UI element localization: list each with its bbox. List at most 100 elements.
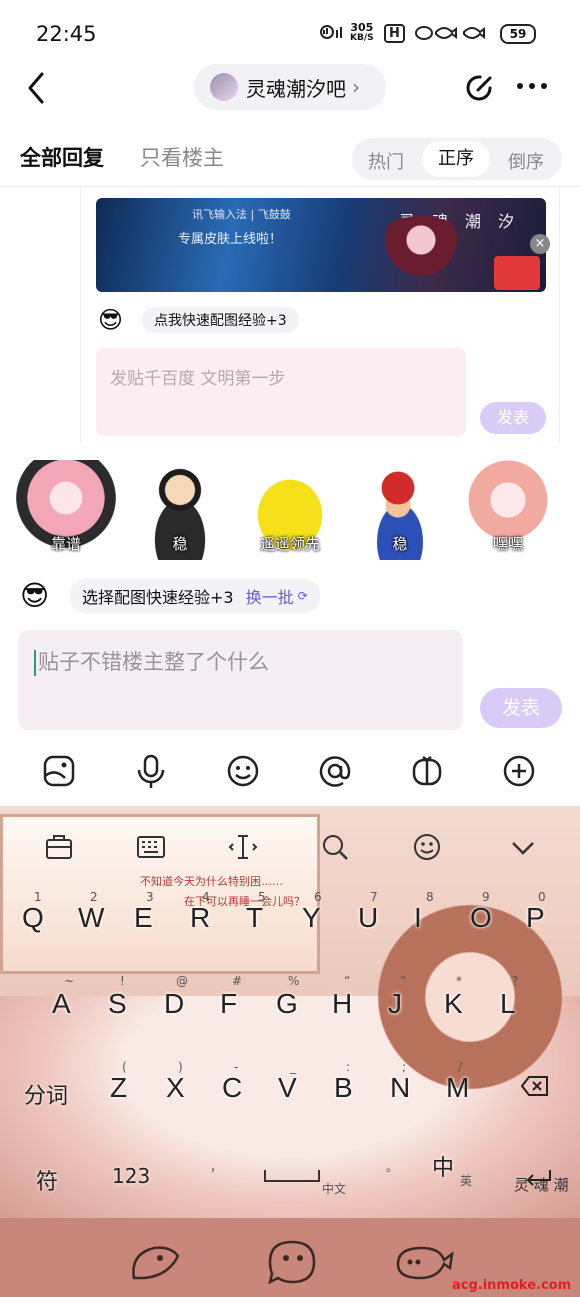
key-hint: 8: [426, 890, 434, 904]
key-b[interactable]: B: [334, 1072, 353, 1104]
key-v[interactable]: V: [278, 1072, 297, 1104]
key-h[interactable]: H: [332, 988, 352, 1020]
sticker-1[interactable]: 靠谱: [16, 460, 116, 564]
chevron-right-icon: ›: [352, 75, 360, 99]
key-t[interactable]: T: [246, 902, 263, 934]
key-lang-switch[interactable]: 中: [432, 1150, 454, 1182]
key-l[interactable]: L: [500, 988, 516, 1020]
key-symbols[interactable]: 符: [36, 1164, 58, 1196]
edit-icon[interactable]: [464, 72, 496, 104]
key-m[interactable]: M: [446, 1072, 469, 1104]
key-s[interactable]: S: [108, 988, 127, 1020]
key-y[interactable]: Y: [302, 902, 321, 934]
sort-desc[interactable]: 倒序: [508, 148, 544, 174]
hd-icon: H: [384, 24, 405, 43]
sticker-label: 遥遥领先: [259, 535, 320, 553]
back-button[interactable]: [24, 70, 48, 106]
key-hint: “: [344, 974, 351, 988]
key-k[interactable]: K: [444, 988, 463, 1020]
image-icon[interactable]: [42, 754, 78, 790]
bubble-skin-icon[interactable]: [262, 1238, 322, 1288]
key-a[interactable]: A: [52, 988, 71, 1020]
key-hint: *: [456, 974, 462, 988]
ad-banner[interactable]: 讯飞输入法 | 飞鼓鼓 专属皮肤上线啦！ 灵 魂 潮 汐: [96, 198, 546, 292]
tab-op-only[interactable]: 只看楼主: [140, 142, 224, 172]
banner-sponsor: 讯飞输入法 | 飞鼓鼓: [192, 208, 291, 221]
reply-input[interactable]: 贴子不错楼主整了个什么: [18, 630, 463, 730]
key-u[interactable]: U: [358, 902, 378, 934]
key-e[interactable]: E: [134, 902, 153, 934]
sort-toggle: 热门 正序 倒序: [352, 138, 562, 180]
sim-icon: [320, 24, 346, 44]
forum-name-pill[interactable]: 灵魂潮汐吧 ›: [194, 64, 386, 110]
forum-avatar: [210, 73, 238, 101]
sunglasses-emoji-icon: 😎: [20, 579, 50, 612]
sticker-2[interactable]: 稳: [130, 460, 230, 564]
key-comma[interactable]: ，: [210, 1158, 222, 1175]
fish-skin-icon[interactable]: [124, 1238, 184, 1288]
cursor-edit-icon[interactable]: [228, 832, 258, 862]
send-button[interactable]: 发表: [480, 688, 562, 728]
space-bar[interactable]: [264, 1170, 320, 1182]
emoji-icon[interactable]: [226, 754, 262, 790]
key-w[interactable]: W: [78, 902, 104, 934]
key-i[interactable]: I: [414, 902, 422, 934]
tab-all-replies[interactable]: 全部回复: [20, 142, 104, 172]
backspace-icon[interactable]: [520, 1074, 550, 1098]
more-icon[interactable]: [516, 76, 548, 98]
status-time: 22:45: [36, 22, 97, 46]
sunglasses-emoji-icon: 😎: [98, 306, 124, 334]
close-icon[interactable]: ×: [530, 234, 550, 254]
sticker-5[interactable]: 嘿嘿: [458, 460, 558, 564]
key-j[interactable]: J: [388, 988, 402, 1020]
banner-subtitle: 专属皮肤上线啦！: [178, 232, 283, 247]
key-r[interactable]: R: [190, 902, 210, 934]
quick-image-tip[interactable]: 😎 点我快速配图经验+3: [98, 306, 299, 334]
clipboard-icon[interactable]: [44, 832, 74, 862]
upper-send-button[interactable]: 发表: [480, 402, 546, 434]
key-hint: ?: [512, 974, 519, 988]
sort-asc[interactable]: 正序: [422, 141, 490, 177]
compose-toolbar: [0, 748, 580, 798]
key-q[interactable]: Q: [22, 902, 44, 934]
key-f[interactable]: F: [220, 988, 237, 1020]
status-bar: 22:45 305 KB/S H 59: [0, 0, 580, 60]
watermark: acg.inmoke.com: [452, 1278, 572, 1293]
key-hint: @: [176, 974, 188, 988]
sticker-4[interactable]: 稳: [350, 460, 450, 564]
chevron-down-icon[interactable]: [508, 832, 538, 862]
key-z[interactable]: Z: [110, 1072, 127, 1104]
mention-icon[interactable]: [318, 754, 354, 790]
key-g[interactable]: G: [276, 988, 298, 1020]
microphone-icon[interactable]: [134, 754, 170, 790]
quick-pick-row: 😎 选择配图快速经验+3 换一批 ⟳: [20, 579, 320, 613]
key-d[interactable]: D: [164, 988, 184, 1020]
upper-reply-input[interactable]: 发贴千百度 文明第一步: [96, 348, 466, 436]
key-n[interactable]: N: [390, 1072, 410, 1104]
key-p[interactable]: P: [526, 902, 545, 934]
quick-pick-text: 选择配图快速经验+3: [82, 588, 234, 607]
sticker-3[interactable]: 遥遥领先: [240, 460, 340, 564]
gift-icon[interactable]: [410, 754, 446, 790]
enter-icon[interactable]: [524, 1168, 554, 1188]
swap-batch-button[interactable]: 换一批: [246, 584, 294, 608]
keyboard-emoji-icon[interactable]: [412, 832, 442, 862]
space-bar-label: 中文: [322, 1182, 347, 1196]
key-fenci[interactable]: 分词: [24, 1078, 68, 1110]
key-numbers[interactable]: 123: [112, 1164, 150, 1188]
search-icon[interactable]: [320, 832, 350, 862]
add-icon[interactable]: [502, 754, 538, 790]
quick-pick-pill[interactable]: 选择配图快速经验+3 换一批 ⟳: [70, 579, 320, 613]
key-x[interactable]: X: [166, 1072, 185, 1104]
banner-character-image: [366, 216, 476, 292]
key-period[interactable]: 。: [386, 1158, 398, 1175]
keyboard-layout-icon[interactable]: [136, 832, 166, 862]
key-c[interactable]: C: [222, 1072, 242, 1104]
red-envelope-icon: [494, 256, 540, 290]
reply-input-placeholder: 贴子不错楼主整了个什么: [38, 650, 269, 674]
refresh-icon: ⟳: [297, 589, 308, 603]
sort-hot[interactable]: 热门: [368, 148, 404, 174]
key-hint: ~: [64, 974, 75, 988]
key-o[interactable]: O: [470, 902, 492, 934]
whale-skin-icon[interactable]: [394, 1238, 454, 1288]
